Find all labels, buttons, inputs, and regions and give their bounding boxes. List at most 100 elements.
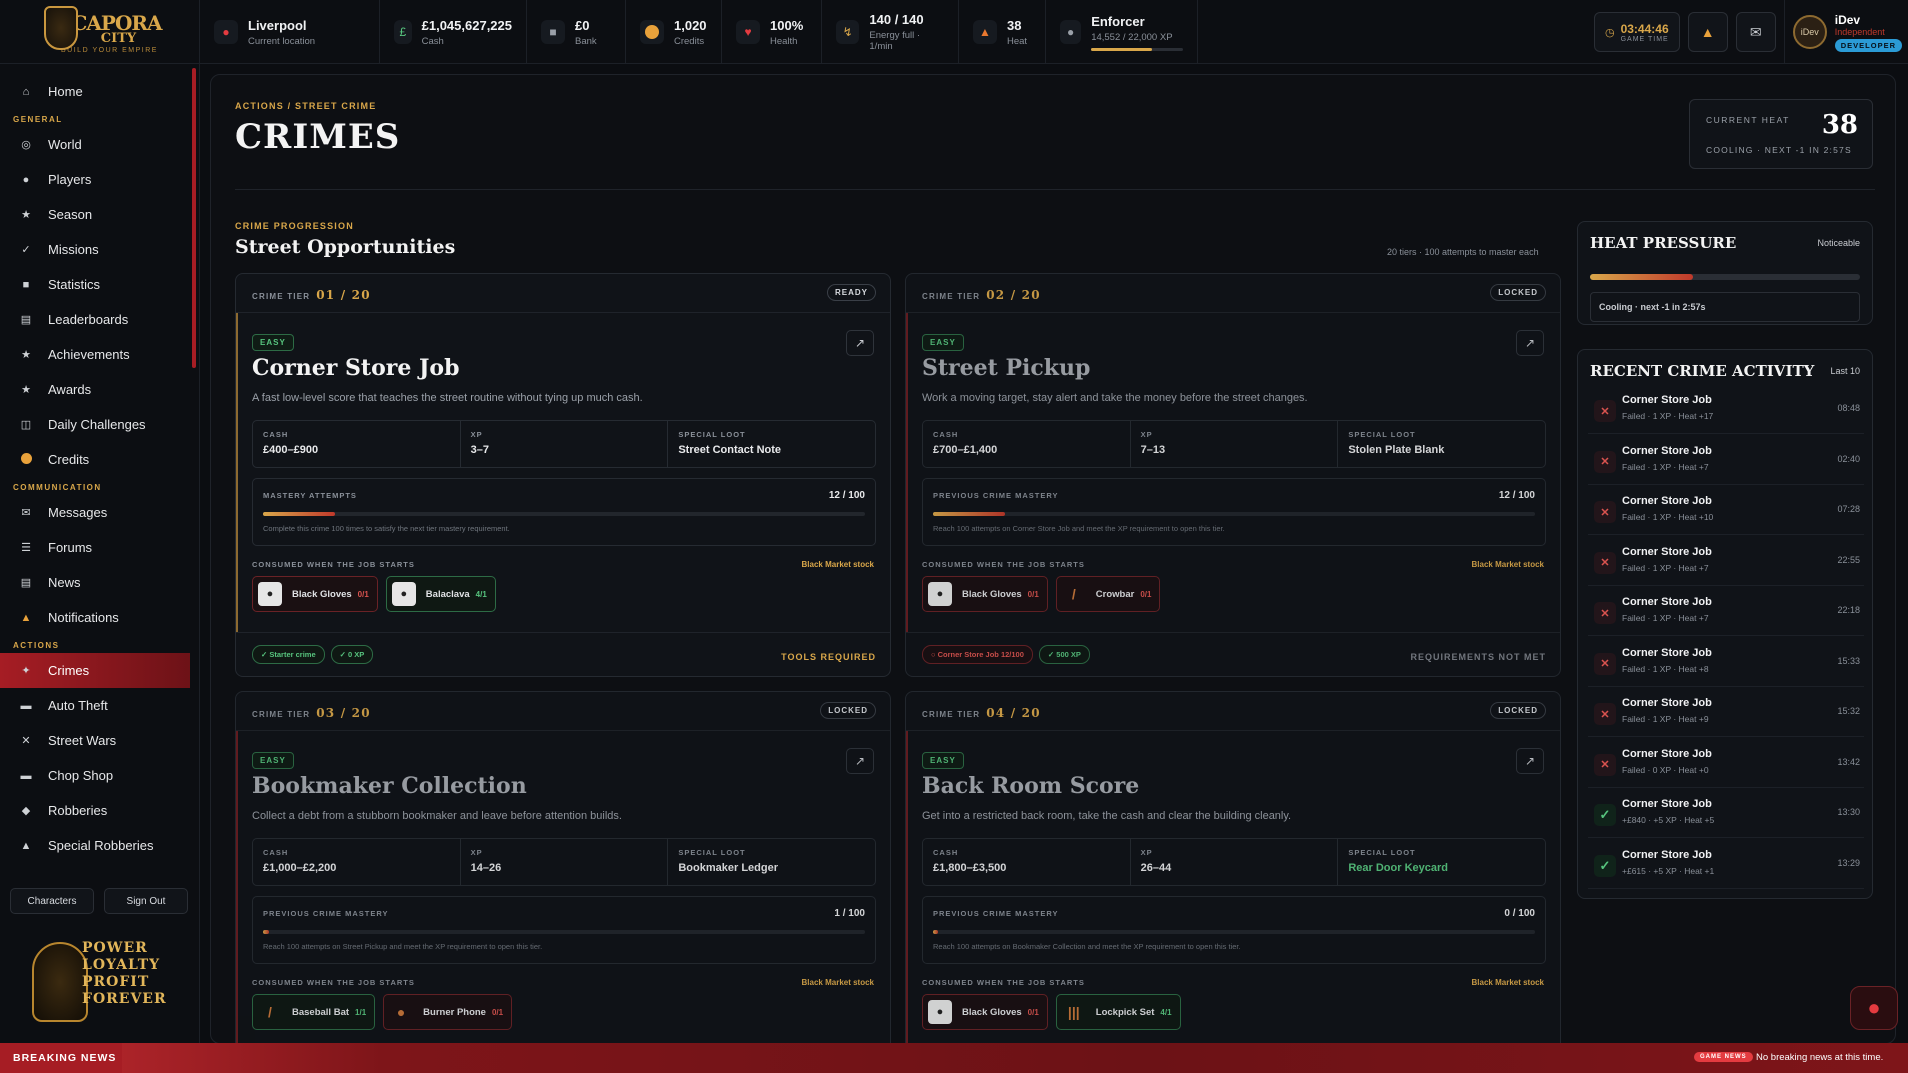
crime-card[interactable]: CRIME TIER 03 / 20 LOCKED EASY ↗ Bookmake… (235, 691, 891, 1043)
stat-bank[interactable]: ■ £0 Bank (527, 0, 626, 64)
item-chip[interactable]: ● Burner Phone 0/1 (383, 994, 513, 1030)
special-loot: Bookmaker Ledger (678, 862, 778, 874)
crime-tier-label: CRIME TIER (252, 710, 311, 719)
stat-energy[interactable]: ↯ 140 / 140 Energy full · 1/min (822, 0, 959, 64)
black-market-link[interactable]: Black Market stock (1472, 978, 1544, 987)
activity-item[interactable]: ✕ Corner Store Job Failed · 1 XP · Heat … (1588, 590, 1864, 636)
chat-button[interactable]: ● (1850, 986, 1898, 1030)
sidebar-item-home[interactable]: ⌂ Home (0, 74, 190, 109)
characters-button[interactable]: Characters (10, 888, 94, 914)
item-chip[interactable]: ||| Lockpick Set 4/1 (1055, 994, 1181, 1030)
activity-item[interactable]: ✓ Corner Store Job +£615 · +5 XP · Heat … (1588, 843, 1864, 889)
sidebar-item-street-wars[interactable]: ✕ Street Wars (0, 723, 190, 758)
sidebar-item-chop-shop[interactable]: ▬ Chop Shop (0, 758, 190, 793)
crime-footer-status[interactable]: TOOLS REQUIRED (781, 652, 876, 662)
sidebar-item-missions[interactable]: ✓ Missions (0, 232, 190, 267)
open-crime-button[interactable]: ↗ (1516, 748, 1544, 774)
sidebar-item-world[interactable]: ◎ World (0, 127, 190, 162)
open-crime-button[interactable]: ↗ (846, 748, 874, 774)
stat-credits[interactable]: 1,020 Credits (626, 0, 722, 64)
stat-rank[interactable]: ● Enforcer 14,552 / 22,000 XP (1046, 0, 1198, 64)
activity-item[interactable]: ✕ Corner Store Job Failed · 1 XP · Heat … (1588, 641, 1864, 687)
locked-accent (906, 730, 908, 1043)
mastery-value: 0 / 100 (1504, 908, 1535, 919)
crime-description: Collect a debt from a stubborn bookmaker… (252, 810, 622, 822)
sidebar-item-notifications[interactable]: ▲ Notifications (0, 600, 190, 635)
activity-item[interactable]: ✕ Corner Store Job Failed · 1 XP · Heat … (1588, 439, 1864, 485)
activity-item[interactable]: ✕ Corner Store Job Failed · 1 XP · Heat … (1588, 489, 1864, 535)
sidebar-item-credits[interactable]: Credits (0, 442, 190, 477)
x-icon: ✕ (1594, 551, 1616, 574)
crime-tier: CRIME TIER 04 / 20 (922, 706, 1041, 720)
logo[interactable]: CAPORA CITY BUILD YOUR EMPIRE (0, 0, 200, 64)
activity-name: Corner Store Job (1622, 646, 1712, 659)
sidebar-item-achievements[interactable]: ★ Achievements (0, 337, 190, 372)
promo-banner[interactable]: POWER LOYALTY PROFIT FOREVER (24, 932, 174, 1032)
difficulty-badge: EASY (252, 752, 294, 769)
activity-item[interactable]: ✕ Corner Store Job Failed · 1 XP · Heat … (1588, 540, 1864, 586)
notifications-button[interactable]: ▲ (1687, 12, 1728, 52)
mastery-box: PREVIOUS CRIME MASTERY 12 / 100 Reach 10… (922, 478, 1546, 546)
crime-card[interactable]: CRIME TIER 04 / 20 LOCKED EASY ↗ Back Roo… (905, 691, 1561, 1043)
messages-button[interactable]: ✉ (1735, 12, 1776, 52)
gloves-icon: ● (258, 582, 282, 606)
item-name: Crowbar (1095, 588, 1135, 600)
sidebar-item-label: Messages (48, 505, 108, 520)
activity-item[interactable]: ✕ Corner Store Job Failed · 0 XP · Heat … (1588, 742, 1864, 788)
sidebar-item-daily-challenges[interactable]: ◫ Daily Challenges (0, 407, 190, 442)
stat-heat[interactable]: ▲ 38 Heat (959, 0, 1046, 64)
mastery-box: MASTERY ATTEMPTS 12 / 100 Complete this … (252, 478, 876, 546)
sidebar-item-auto-theft[interactable]: ▬ Auto Theft (0, 688, 190, 723)
sidebar-item-crimes[interactable]: ✦ Crimes (0, 653, 190, 688)
user-menu[interactable]: iDev iDev Independent DEVELOPER (1783, 0, 1908, 64)
avatar: iDev (1792, 15, 1827, 49)
sidebar-item-leaderboards[interactable]: ▤ Leaderboards (0, 302, 190, 337)
stat-location[interactable]: ● Liverpool Current location (200, 0, 380, 64)
item-chip[interactable]: ● Black Gloves 0/1 (922, 994, 1048, 1030)
mastery-label: PREVIOUS CRIME MASTERY (933, 909, 1059, 918)
item-chip[interactable]: ● Balaclava 4/1 (385, 576, 496, 612)
activity-item[interactable]: ✕ Corner Store Job Failed · 1 XP · Heat … (1588, 388, 1864, 434)
sidebar-item-label: Daily Challenges (48, 417, 146, 432)
sidebar-item-awards[interactable]: ★ Awards (0, 372, 190, 407)
sidebar-scrollbar[interactable] (192, 68, 196, 368)
item-chip[interactable]: ● Black Gloves 0/1 (252, 576, 378, 612)
sidebar-item-players[interactable]: ● Players (0, 162, 190, 197)
item-count: 0/1 (357, 589, 369, 599)
black-market-link[interactable]: Black Market stock (1472, 560, 1544, 569)
open-crime-button[interactable]: ↗ (1516, 330, 1544, 356)
activity-time: 15:33 (1837, 655, 1860, 666)
sidebar-item-messages[interactable]: ✉ Messages (0, 495, 190, 530)
crime-card[interactable]: CRIME TIER 01 / 20 READY EASY ↗ Corner St… (235, 273, 891, 677)
rank-progress (1091, 47, 1183, 51)
crowbar-icon: / (1071, 586, 1076, 602)
black-market-link[interactable]: Black Market stock (802, 560, 874, 569)
sidebar-item-season[interactable]: ★ Season (0, 197, 190, 232)
mastery-note: Reach 100 attempts on Street Pickup and … (263, 942, 543, 951)
missions-icon: ✓ (21, 244, 31, 256)
crime-card[interactable]: CRIME TIER 02 / 20 LOCKED EASY ↗ Street P… (905, 273, 1561, 677)
item-chip[interactable]: / Crowbar 0/1 (1055, 576, 1161, 612)
stat-cash[interactable]: £ £1,045,627,225 Cash (380, 0, 527, 64)
forums-icon: ☰ (21, 542, 31, 554)
item-chip[interactable]: / Baseball Bat 1/1 (252, 994, 376, 1030)
heat-pressure-level: Noticeable (1817, 238, 1860, 248)
required-items: / Baseball Bat 1/1 ● Burner Phone 0/1 (252, 994, 513, 1030)
sidebar-item-forums[interactable]: ☰ Forums (0, 530, 190, 565)
open-crime-button[interactable]: ↗ (846, 330, 874, 356)
black-market-link[interactable]: Black Market stock (802, 978, 874, 987)
stat-health[interactable]: ♥ 100% Health (722, 0, 822, 64)
activity-item[interactable]: ✕ Corner Store Job Failed · 1 XP · Heat … (1588, 691, 1864, 737)
activity-name: Corner Store Job (1622, 495, 1712, 507)
requirement-badge: ○ Corner Store Job 12/100 (922, 645, 1033, 664)
sidebar-item-statistics[interactable]: ■ Statistics (0, 267, 190, 302)
activity-item[interactable]: ✓ Corner Store Job +£840 · +5 XP · Heat … (1588, 792, 1864, 838)
x-icon: ✕ (1594, 602, 1616, 624)
sidebar-item-robberies[interactable]: ◆ Robberies (0, 793, 190, 828)
health-value: 100% (770, 17, 804, 33)
sign-out-button[interactable]: Sign Out (104, 888, 188, 914)
sidebar-item-news[interactable]: ▤ News (0, 565, 190, 600)
crime-tier-label: CRIME TIER (922, 292, 981, 301)
item-chip[interactable]: ● Black Gloves 0/1 (922, 576, 1048, 612)
sidebar-item-special-robberies[interactable]: ▲ Special Robberies (0, 828, 190, 863)
